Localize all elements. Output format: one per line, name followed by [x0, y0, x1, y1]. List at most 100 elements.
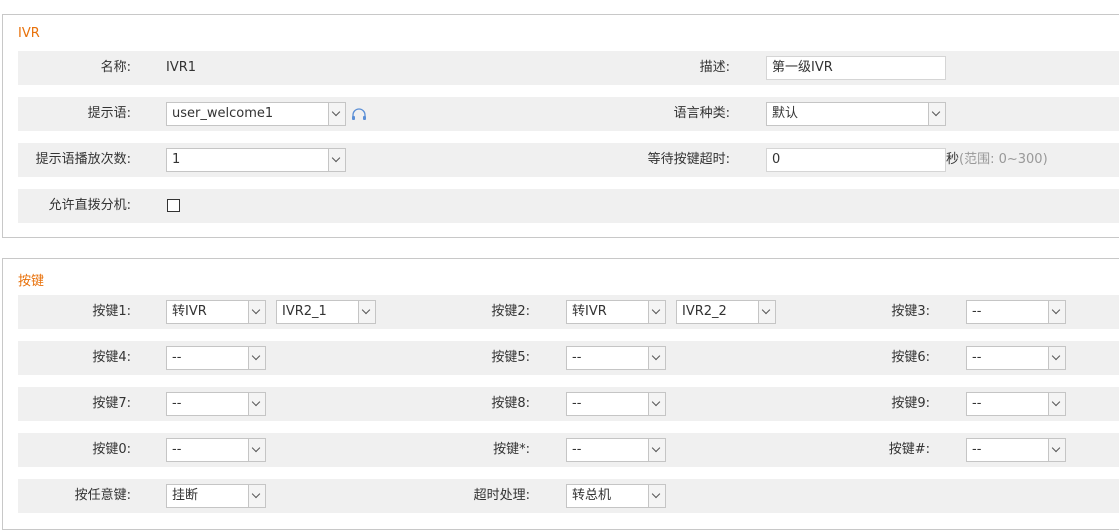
any-key-action-value: 挂断 — [172, 488, 199, 503]
chevron-down-icon — [648, 393, 665, 415]
keys-section-title: 按键 — [18, 274, 45, 289]
repeat-label: 提示语播放次数: — [35, 152, 131, 167]
language-label: 语言种类: — [673, 106, 730, 121]
key2-target-value: IVR2_2 — [682, 304, 727, 319]
keys-row-4: 按键0: -- 按键*: -- 按键#: -- — [18, 433, 1119, 467]
any-key-action-select[interactable]: 挂断 — [166, 484, 266, 508]
timeout-handling-value: 转总机 — [572, 488, 612, 503]
key4-action-value: -- — [172, 350, 182, 365]
key5-action-select[interactable]: -- — [566, 346, 666, 370]
key0-label: 按键0: — [92, 442, 131, 457]
range-hint: (范围: 0~300) — [959, 152, 1048, 167]
key-hash-label: 按键#: — [888, 442, 930, 457]
chevron-down-icon — [1048, 393, 1065, 415]
key6-label: 按键6: — [891, 350, 930, 365]
key-timeout-hint: 秒(范围: 0~300) — [946, 143, 1048, 177]
repeat-value: 1 — [172, 152, 181, 167]
prompt-value: user_welcome1 — [172, 106, 274, 121]
key2-label: 按键2: — [491, 304, 530, 319]
chevron-down-icon — [648, 347, 665, 369]
key-star-action-value: -- — [572, 442, 582, 457]
repeat-select[interactable]: 1 — [166, 148, 346, 172]
ivr-panel: IVR 名称: IVR1 描述: 第一级IVR 提示语: user_welcom… — [2, 14, 1119, 238]
key1-target-value: IVR2_1 — [282, 304, 327, 319]
direct-dial-label: 允许直拨分机: — [48, 198, 131, 213]
chevron-down-icon — [648, 301, 665, 323]
headset-icon[interactable] — [351, 108, 367, 120]
key6-action-select[interactable]: -- — [966, 346, 1066, 370]
prompt-label: 提示语: — [87, 106, 131, 121]
chevron-down-icon — [328, 103, 345, 125]
key5-label: 按键5: — [491, 350, 530, 365]
key3-action-select[interactable]: -- — [966, 300, 1066, 324]
key9-label: 按键9: — [891, 396, 930, 411]
keys-row-5: 按任意键: 挂断 超时处理: 转总机 — [18, 479, 1119, 513]
key-hash-action-select[interactable]: -- — [966, 438, 1066, 462]
chevron-down-icon — [248, 485, 265, 507]
key6-action-value: -- — [972, 350, 982, 365]
key0-action-select[interactable]: -- — [166, 438, 266, 462]
key4-label: 按键4: — [92, 350, 131, 365]
name-value: IVR1 — [166, 60, 197, 75]
key8-action-value: -- — [572, 396, 582, 411]
chevron-down-icon — [328, 149, 345, 171]
chevron-down-icon — [248, 301, 265, 323]
chevron-down-icon — [1048, 301, 1065, 323]
key1-target-select[interactable]: IVR2_1 — [276, 300, 376, 324]
chevron-down-icon — [248, 439, 265, 461]
key1-action-select[interactable]: 转IVR — [166, 300, 266, 324]
language-value: 默认 — [772, 106, 799, 121]
key0-action-value: -- — [172, 442, 182, 457]
key3-label: 按键3: — [891, 304, 930, 319]
chevron-down-icon — [648, 439, 665, 461]
key2-action-select[interactable]: 转IVR — [566, 300, 666, 324]
seconds-unit: 秒 — [946, 152, 960, 167]
chevron-down-icon — [248, 393, 265, 415]
direct-dial-checkbox[interactable] — [167, 199, 180, 212]
chevron-down-icon — [1048, 347, 1065, 369]
chevron-down-icon — [928, 103, 945, 125]
key4-action-select[interactable]: -- — [166, 346, 266, 370]
key-timeout-input[interactable]: 0 — [766, 148, 946, 172]
repeat-row: 提示语播放次数: 1 等待按键超时: 0 秒(范围: 0~300) — [18, 143, 1119, 177]
key7-action-select[interactable]: -- — [166, 392, 266, 416]
keys-row-1: 按键1: 转IVR IVR2_1 按键2: 转IVR IVR2_2 按键3: -… — [18, 295, 1119, 329]
name-label: 名称: — [100, 60, 131, 75]
ivr-section-title: IVR — [18, 26, 40, 41]
key2-target-select[interactable]: IVR2_2 — [676, 300, 776, 324]
key8-action-select[interactable]: -- — [566, 392, 666, 416]
key-timeout-label: 等待按键超时: — [647, 152, 730, 167]
key1-action-value: 转IVR — [172, 304, 207, 319]
timeout-handling-label: 超时处理: — [473, 488, 530, 503]
keys-row-2: 按键4: -- 按键5: -- 按键6: -- — [18, 341, 1119, 375]
key7-action-value: -- — [172, 396, 182, 411]
key5-action-value: -- — [572, 350, 582, 365]
timeout-handling-select[interactable]: 转总机 — [566, 484, 666, 508]
key-star-label: 按键*: — [493, 442, 530, 457]
language-select[interactable]: 默认 — [766, 102, 946, 126]
key3-action-value: -- — [972, 304, 982, 319]
key7-label: 按键7: — [92, 396, 131, 411]
keys-row-3: 按键7: -- 按键8: -- 按键9: -- — [18, 387, 1119, 421]
description-input[interactable]: 第一级IVR — [766, 56, 946, 80]
key1-label: 按键1: — [92, 304, 131, 319]
key-star-action-select[interactable]: -- — [566, 438, 666, 462]
description-label: 描述: — [699, 60, 730, 75]
key-timeout-value: 0 — [772, 152, 781, 167]
prompt-row: 提示语: user_welcome1 语言种类: 默认 — [18, 97, 1119, 131]
chevron-down-icon — [758, 301, 775, 323]
description-value: 第一级IVR — [772, 60, 833, 75]
chevron-down-icon — [648, 485, 665, 507]
chevron-down-icon — [248, 347, 265, 369]
key9-action-value: -- — [972, 396, 982, 411]
prompt-select[interactable]: user_welcome1 — [166, 102, 346, 126]
key8-label: 按键8: — [491, 396, 530, 411]
any-key-label: 按任意键: — [74, 488, 131, 503]
chevron-down-icon — [1048, 439, 1065, 461]
key-hash-action-value: -- — [972, 442, 982, 457]
chevron-down-icon — [358, 301, 375, 323]
key9-action-select[interactable]: -- — [966, 392, 1066, 416]
key2-action-value: 转IVR — [572, 304, 607, 319]
direct-dial-row: 允许直拨分机: — [18, 189, 1119, 223]
keys-panel: 按键 按键1: 转IVR IVR2_1 按键2: 转IVR IVR2_2 按键3… — [2, 258, 1119, 530]
